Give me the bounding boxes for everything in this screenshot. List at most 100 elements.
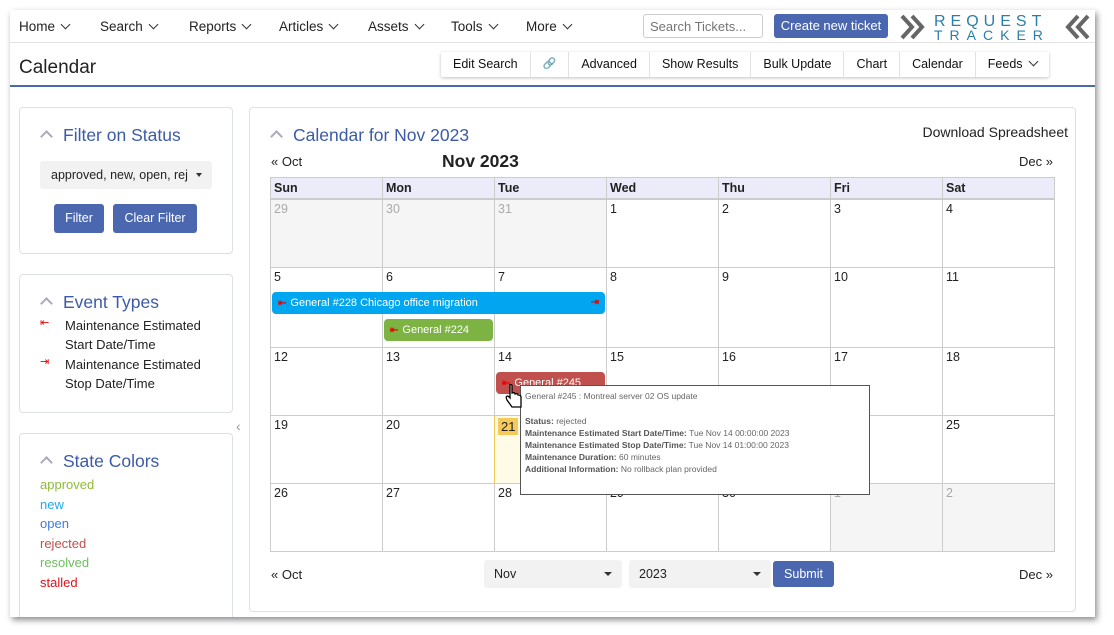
chevron-down-icon: [60, 19, 71, 30]
day-cell[interactable]: 30: [382, 199, 495, 268]
state-color-open: open: [40, 516, 69, 531]
field-key: Maintenance Duration:: [525, 452, 617, 462]
stop-icon: ⇥: [40, 356, 50, 368]
next-month-bottom-link[interactable]: Dec »: [1019, 567, 1053, 582]
prev-month-link[interactable]: « Oct: [271, 154, 302, 169]
bulk-update-button[interactable]: Bulk Update: [751, 52, 845, 77]
day-number: 30: [386, 202, 400, 216]
create-new-ticket-button[interactable]: Create new ticket: [774, 14, 888, 38]
search-tickets-input[interactable]: [643, 14, 763, 38]
chevron-down-icon: [488, 19, 498, 30]
clear-filter-button[interactable]: Clear Filter: [113, 204, 197, 233]
tooltip-field: Status: rejected: [525, 415, 865, 427]
chevron-down-icon: [241, 19, 252, 30]
edit-search-button[interactable]: Edit Search: [441, 52, 531, 77]
day-cell[interactable]: 11: [942, 267, 1055, 348]
card-title: State Colors: [63, 451, 160, 471]
field-value: No rollback plan provided: [620, 464, 717, 474]
day-number: 5: [274, 270, 281, 284]
nav-tools[interactable]: Tools: [451, 19, 498, 34]
prev-month-bottom-link[interactable]: « Oct: [271, 567, 302, 582]
day-cell[interactable]: 19: [270, 415, 383, 484]
day-cell[interactable]: 8: [606, 267, 719, 348]
event-type-label: Maintenance Estimated Stop Date/Time: [65, 357, 201, 391]
filter-button[interactable]: Filter: [54, 204, 104, 233]
day-cell[interactable]: 3: [830, 199, 943, 268]
nav-more[interactable]: More: [526, 19, 573, 34]
submit-button[interactable]: Submit: [773, 561, 834, 587]
nav-label: Articles: [279, 19, 324, 34]
day-number: 25: [946, 418, 960, 432]
download-spreadsheet-link[interactable]: Download Spreadsheet: [922, 124, 1068, 140]
day-cell[interactable]: 2: [718, 199, 831, 268]
day-cell[interactable]: 18: [942, 347, 1055, 416]
collapse-caret-icon[interactable]: [270, 130, 283, 143]
collapse-sidebar-icon[interactable]: ‹: [236, 418, 241, 434]
day-cell[interactable]: 13: [382, 347, 495, 416]
day-number: 4: [946, 202, 953, 216]
day-cell[interactable]: 9: [718, 267, 831, 348]
state-colors-card: State Colors approved new open rejected reso…: [19, 433, 233, 617]
day-cell[interactable]: 31: [494, 199, 607, 268]
day-number: 16: [722, 350, 736, 364]
filter-on-status-card: Filter on Status approved, new, open, re…: [19, 107, 233, 254]
day-header: Wed: [606, 177, 719, 199]
chevron-down-icon: [148, 19, 159, 30]
calendar-button[interactable]: Calendar: [900, 52, 976, 77]
day-cell[interactable]: 10: [830, 267, 943, 348]
advanced-button[interactable]: Advanced: [569, 52, 650, 77]
day-header: Sat: [942, 177, 1055, 199]
day-number: 10: [834, 270, 848, 284]
start-icon: ⇤: [278, 298, 287, 309]
event-224[interactable]: ⇤ General #224: [384, 319, 493, 341]
day-number: 31: [498, 202, 512, 216]
event-228[interactable]: ⇤ General #228 Chicago office migration ⇥: [272, 292, 605, 314]
day-number: 12: [274, 350, 288, 364]
show-results-button[interactable]: Show Results: [650, 52, 752, 77]
state-color-resolved: resolved: [40, 555, 90, 570]
next-month-link[interactable]: Dec »: [1019, 154, 1053, 169]
day-cell[interactable]: 12: [270, 347, 383, 416]
day-cell[interactable]: 1: [606, 199, 719, 268]
day-number: 8: [610, 270, 617, 284]
day-cell[interactable]: 27: [382, 483, 495, 552]
feeds-menu[interactable]: Feeds: [976, 52, 1049, 77]
chevron-down-icon: [414, 19, 424, 30]
collapse-caret-icon[interactable]: [40, 456, 53, 469]
event-type-label: Maintenance Estimated Start Date/Time: [65, 318, 201, 352]
day-cell[interactable]: 2: [942, 483, 1055, 552]
month-select[interactable]: Nov: [484, 560, 622, 588]
day-cell[interactable]: 29: [270, 199, 383, 268]
collapse-caret-icon[interactable]: [40, 130, 53, 143]
nav-search[interactable]: Search: [100, 19, 159, 34]
nav-home[interactable]: Home: [19, 19, 71, 34]
field-value: Tue Nov 14 01:00:00 2023: [688, 440, 789, 450]
nav-reports[interactable]: Reports: [189, 19, 252, 34]
day-cell[interactable]: 20: [382, 415, 495, 484]
day-cell[interactable]: 4: [942, 199, 1055, 268]
tooltip-field: Additional Information: No rollback plan…: [525, 463, 865, 475]
day-cell[interactable]: 26: [270, 483, 383, 552]
nav-articles[interactable]: Articles: [279, 19, 339, 34]
day-number: 13: [386, 350, 400, 364]
request-tracker-logo[interactable]: REQUEST TRACKER: [900, 12, 1090, 43]
day-number: 29: [274, 202, 288, 216]
event-label: General #228 Chicago office migration: [290, 297, 478, 309]
day-cell[interactable]: 25: [942, 415, 1055, 484]
feeds-label: Feeds: [987, 57, 1023, 71]
card-title: Event Types: [63, 292, 159, 312]
permalink-button[interactable]: 🔗: [531, 52, 570, 77]
day-number: 28: [498, 486, 512, 500]
chart-button[interactable]: Chart: [844, 52, 901, 77]
nav-label: Search: [100, 19, 143, 34]
year-select[interactable]: 2023: [629, 560, 771, 588]
nav-label: Home: [19, 19, 56, 34]
status-select[interactable]: approved, new, open, rej: [40, 161, 212, 189]
field-value: Tue Nov 14 00:00:00 2023: [689, 428, 790, 438]
day-header: Mon: [382, 177, 495, 199]
nav-assets[interactable]: Assets: [368, 19, 424, 34]
state-color-stalled: stalled: [40, 574, 78, 590]
header-divider: [10, 85, 1095, 87]
chevron-down-icon: [1028, 56, 1038, 67]
collapse-caret-icon[interactable]: [40, 297, 53, 310]
